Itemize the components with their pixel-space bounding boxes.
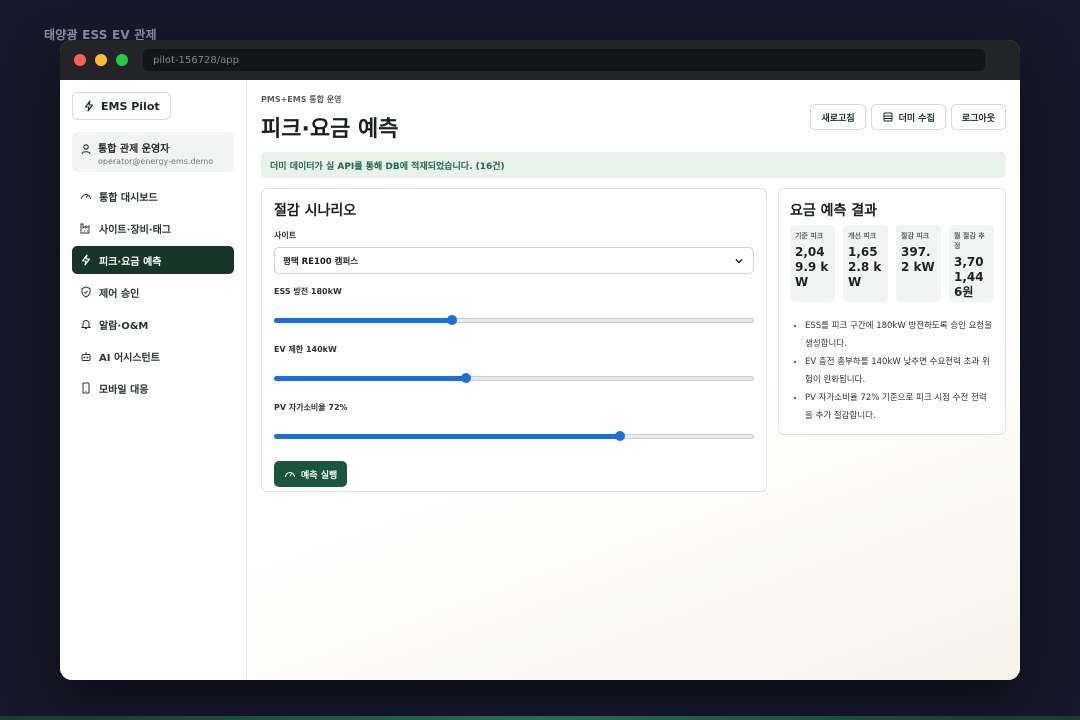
result-notes: ESS를 피크 구간에 180kW 방전하도록 승인 요청을 생성합니다. EV… xyxy=(790,317,994,425)
main-content: PMS+EMS 통합 운영 피크·요금 예측 새로고침 더미 수집 로그아웃 더… xyxy=(247,80,1020,680)
address-bar[interactable]: pilot-156728/app xyxy=(143,49,985,71)
sidebar: EMS Pilot 통합 관제 운영자 operator@energy-ems.… xyxy=(60,80,247,680)
ev-limit-slider[interactable] xyxy=(274,373,754,383)
factory-icon xyxy=(80,222,92,234)
database-icon xyxy=(882,111,894,123)
brand-button[interactable]: EMS Pilot xyxy=(72,92,171,120)
phone-icon xyxy=(80,382,92,394)
sidebar-item-alarms[interactable]: 알람·O&M xyxy=(72,310,234,338)
metric-value: 1,652.8 kW xyxy=(848,245,882,289)
sidebar-item-label: 사이트·장비·태그 xyxy=(99,224,171,236)
run-forecast-button[interactable]: 예측 실행 xyxy=(274,461,348,487)
metric-improved-peak: 개선 피크 1,652.8 kW xyxy=(843,225,888,302)
sidebar-item-control-approval[interactable]: 제어 승인 xyxy=(72,278,234,306)
pv-self-consumption-label: PV 자가소비율 72% xyxy=(274,403,348,412)
logout-button-label: 로그아웃 xyxy=(961,113,995,124)
metric-value: 3,701,446원 xyxy=(954,255,984,299)
minimize-window-icon[interactable] xyxy=(95,54,107,66)
app-window: pilot-156728/app EMS Pilot 통합 관제 운영자 ope… xyxy=(60,40,1020,680)
sidebar-item-label: 제어 승인 xyxy=(99,288,140,300)
gauge-icon xyxy=(80,190,92,202)
metric-saved-peak: 절감 피크 397.2 kW xyxy=(896,225,941,302)
sidebar-item-label: 알람·O&M xyxy=(99,320,149,332)
shield-check-icon xyxy=(80,286,92,298)
slider-fill xyxy=(274,376,466,381)
metric-label: 월 절감 추정 xyxy=(954,232,985,250)
sidebar-item-sites[interactable]: 사이트·장비·태그 xyxy=(72,214,234,242)
collect-dummy-button-label: 더미 수집 xyxy=(898,113,935,124)
slider-thumb[interactable] xyxy=(461,373,471,383)
refresh-button-label: 새로고침 xyxy=(821,113,855,124)
sidebar-item-peak-forecast[interactable]: 피크·요금 예측 xyxy=(72,246,234,274)
result-title: 요금 예측 결과 xyxy=(790,203,878,219)
site-label: 사이트 xyxy=(274,231,297,240)
sidebar-item-label: AI 어시스턴트 xyxy=(99,352,160,364)
close-window-icon[interactable] xyxy=(74,54,86,66)
success-banner: 더미 데이터가 실 API를 통해 DB에 적재되었습니다. (16건) xyxy=(261,152,1006,178)
ev-limit-label: EV 제한 140kW xyxy=(274,345,337,354)
metrics-row: 기준 피크 2,049.9 kW 개선 피크 1,652.8 kW 절감 피크 … xyxy=(790,225,994,302)
bell-icon xyxy=(80,318,92,330)
metric-label: 기준 피크 xyxy=(795,232,824,240)
metric-value: 397.2 kW xyxy=(901,245,935,274)
sidebar-item-label: 통합 대시보드 xyxy=(99,192,158,204)
maximize-window-icon[interactable] xyxy=(116,54,128,66)
brand-name: EMS Pilot xyxy=(101,99,160,113)
metric-label: 절감 피크 xyxy=(901,232,930,240)
user-card: 통합 관제 운영자 operator@energy-ems.demo xyxy=(72,132,234,172)
user-name: 통합 관제 운영자 xyxy=(98,144,170,155)
list-item: EV 충전 총부하를 140kW 낮추면 수요전력 초과 위험이 완화됩니다. xyxy=(805,353,994,389)
bot-icon xyxy=(80,350,92,362)
scenario-title: 절감 시나리오 xyxy=(274,203,357,219)
metric-baseline-peak: 기준 피크 2,049.9 kW xyxy=(790,225,835,302)
metric-label: 개선 피크 xyxy=(848,232,877,240)
run-forecast-label: 예측 실행 xyxy=(301,470,338,481)
logout-button[interactable]: 로그아웃 xyxy=(950,104,1006,130)
site-select-value: 평택 RE100 캠퍼스 xyxy=(283,256,359,267)
slider-thumb[interactable] xyxy=(446,315,457,325)
gauge-icon xyxy=(284,468,296,480)
site-select[interactable]: 평택 RE100 캠퍼스 xyxy=(274,247,754,274)
result-card: 요금 예측 결과 기준 피크 2,049.9 kW 개선 피크 1,652.8 … xyxy=(778,188,1006,435)
sidebar-nav: 통합 대시보드 사이트·장비·태그 피크·요금 예측 제어 승인 알람·O&M … xyxy=(72,182,234,402)
sidebar-item-dashboard[interactable]: 통합 대시보드 xyxy=(72,182,234,210)
ess-discharge-slider[interactable] xyxy=(274,315,754,325)
pv-self-consumption-slider[interactable] xyxy=(274,431,754,441)
metric-monthly-savings: 월 절감 추정 3,701,446원 xyxy=(949,225,994,302)
sidebar-item-mobile[interactable]: 모바일 대응 xyxy=(72,374,234,402)
sidebar-item-label: 피크·요금 예측 xyxy=(99,256,162,268)
metric-value: 2,049.9 kW xyxy=(795,245,829,289)
list-item: PV 자가소비율 72% 기준으로 피크 시점 수전 전력을 추가 절감합니다. xyxy=(805,389,994,425)
sidebar-item-label: 모바일 대응 xyxy=(99,384,149,396)
list-item: ESS를 피크 구간에 180kW 방전하도록 승인 요청을 생성합니다. xyxy=(805,317,994,353)
user-icon xyxy=(80,143,92,155)
collect-dummy-button[interactable]: 더미 수집 xyxy=(870,104,946,130)
header-actions: 새로고침 더미 수집 로그아웃 xyxy=(810,104,1006,130)
sidebar-item-ai-assistant[interactable]: AI 어시스턴트 xyxy=(72,342,234,370)
scenario-card: 절감 시나리오 사이트 평택 RE100 캠퍼스 ESS 방전 180kW EV… xyxy=(261,188,767,492)
bottom-glow xyxy=(0,716,1080,720)
slider-thumb[interactable] xyxy=(614,431,625,441)
refresh-button[interactable]: 새로고침 xyxy=(810,104,866,130)
chevron-down-icon xyxy=(733,255,745,267)
bolt-icon xyxy=(83,100,95,112)
browser-titlebar: pilot-156728/app xyxy=(60,40,1020,80)
bolt-icon xyxy=(80,254,92,266)
slider-fill xyxy=(274,318,452,323)
ess-discharge-label: ESS 방전 180kW xyxy=(274,287,342,296)
slider-fill xyxy=(274,434,620,439)
user-email: operator@energy-ems.demo xyxy=(98,157,214,166)
